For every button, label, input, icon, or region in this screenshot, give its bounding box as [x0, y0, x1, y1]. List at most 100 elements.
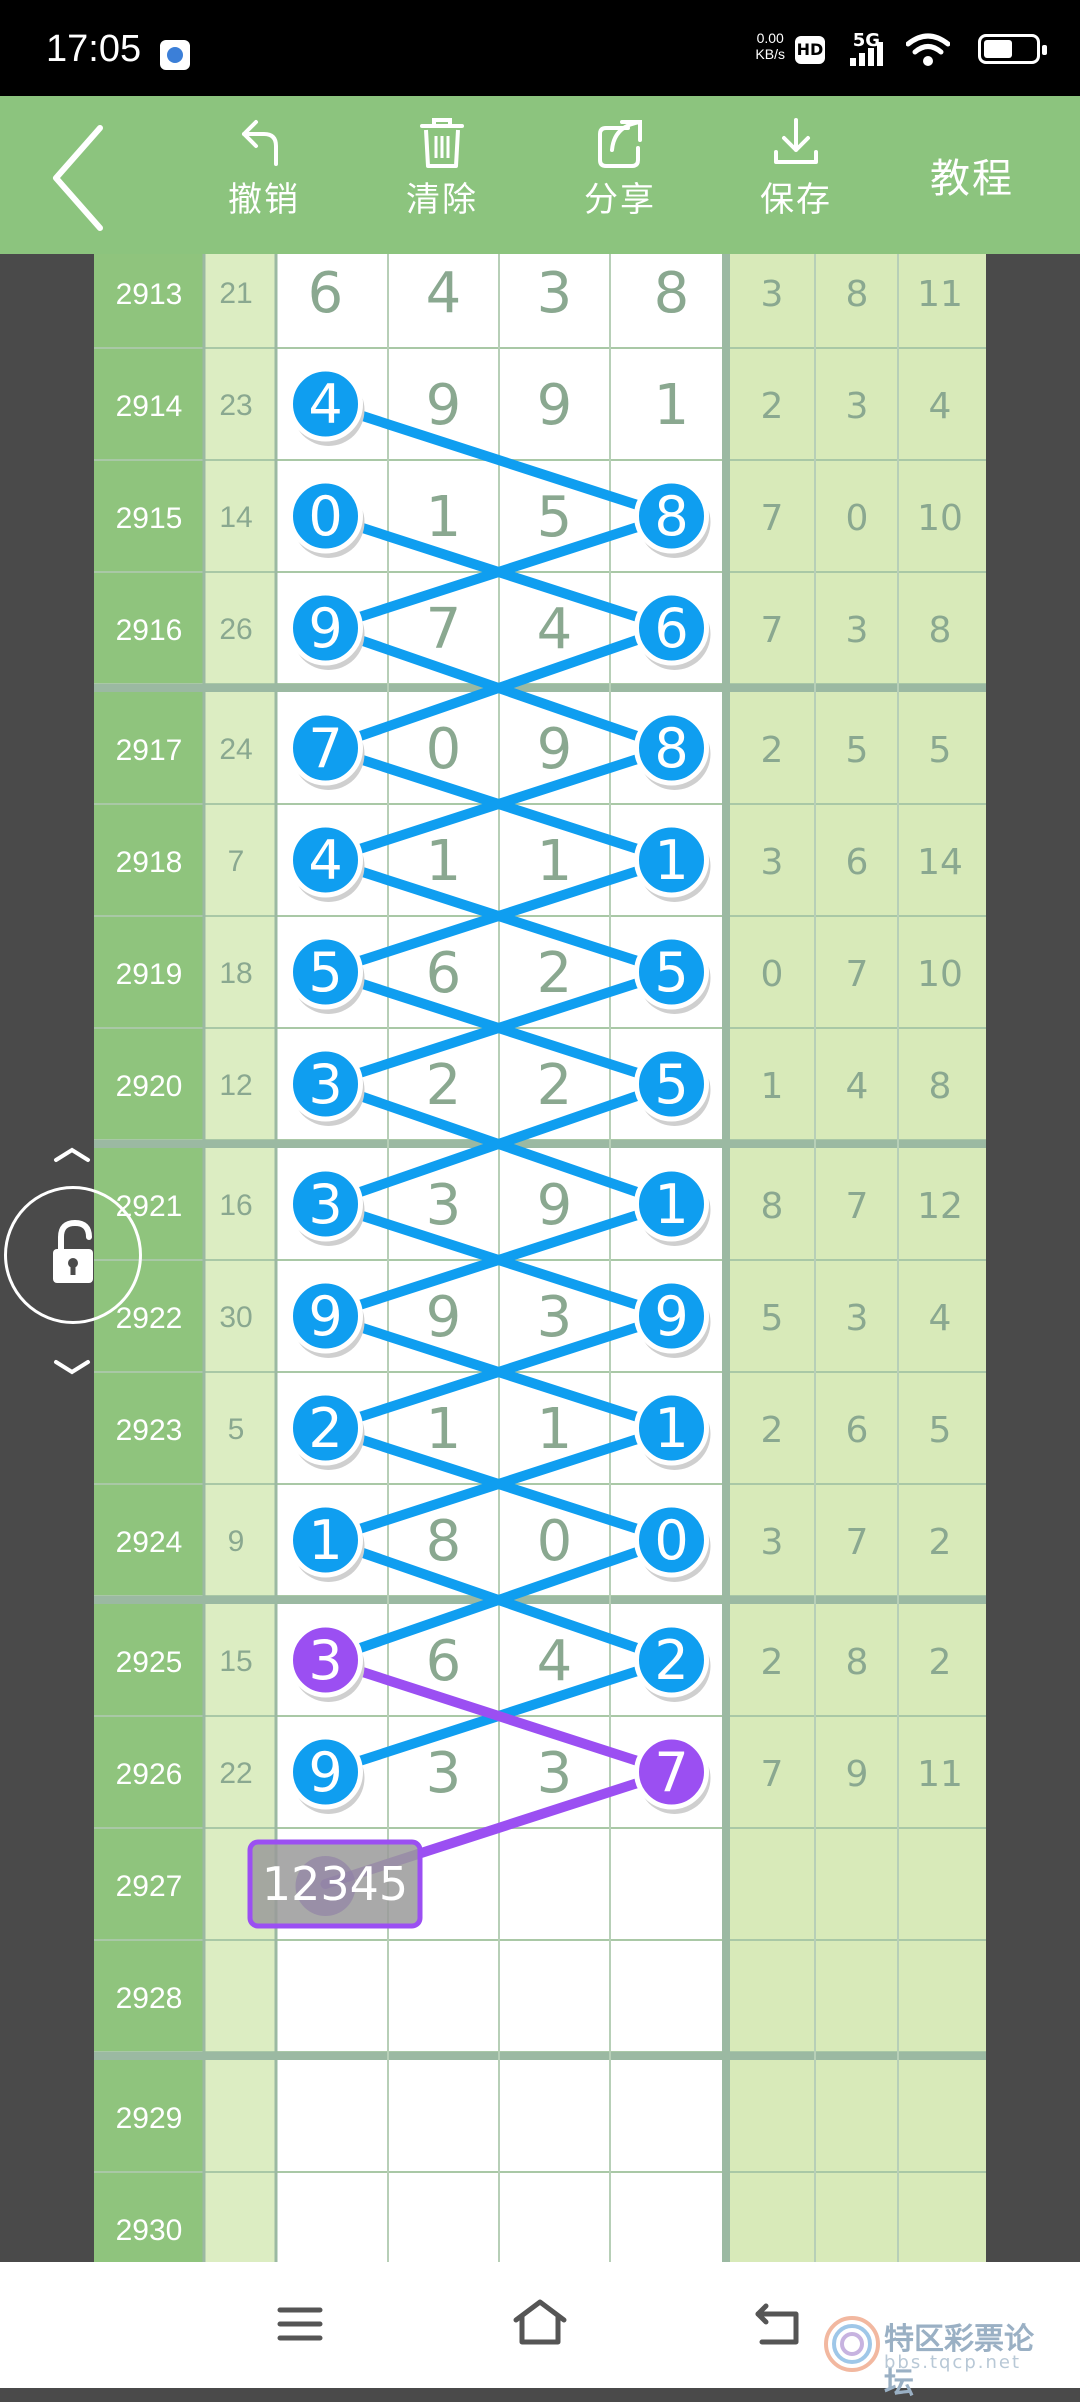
undo-icon: [242, 120, 278, 166]
marked-digit-text: 5: [654, 1053, 688, 1116]
stat-cell: 5: [846, 730, 869, 771]
stat-cell: 4: [929, 1298, 952, 1339]
digit-cell: 3: [537, 1741, 573, 1806]
stat-cell: 10: [917, 954, 963, 995]
stat-cell: 2: [761, 1642, 784, 1683]
stat-cell: 8: [846, 1642, 869, 1683]
stat-cell: 3: [761, 1522, 784, 1563]
digit-cell: 2: [426, 1053, 462, 1118]
digit-sum: 24: [219, 733, 252, 766]
digit-cell: 3: [426, 1173, 462, 1238]
stat-cell: 11: [917, 274, 963, 315]
marked-digit-text: 1: [654, 1173, 688, 1236]
marked-digit-text: 3: [308, 1053, 342, 1116]
sum-column-background: [204, 254, 276, 2262]
back-nav-icon[interactable]: [752, 2300, 808, 2348]
digit-sum: 22: [219, 1757, 252, 1790]
unlock-icon: [53, 1219, 93, 1283]
issue-number: 2914: [116, 390, 183, 423]
marked-digit-text: 6: [654, 597, 688, 660]
marked-digit-text: 1: [654, 1397, 688, 1460]
stat-cell: 6: [846, 1410, 869, 1451]
input-selector: 12345: [247, 1839, 423, 1929]
marked-digit-text: 4: [308, 829, 342, 892]
menu-icon[interactable]: [276, 2300, 324, 2348]
digit-cell: 9: [537, 373, 573, 438]
tutorial-button[interactable]: 教程: [930, 146, 1014, 204]
net-speed: 0.00 KB/s: [755, 30, 785, 62]
stat-cell: 8: [929, 1066, 952, 1107]
stat-cell: 14: [917, 842, 963, 883]
digit-stats-divider: [722, 254, 730, 2262]
stat-cell: 7: [761, 610, 784, 651]
forum-logo-icon: [824, 2316, 880, 2372]
stat-cell: 7: [846, 954, 869, 995]
digit-cell: 3: [537, 261, 573, 326]
trend-chart[interactable]: 2913216438381129142349912342915140158701…: [94, 254, 986, 2262]
marked-digit-text: 0: [654, 1509, 688, 1572]
stat-cell: 5: [761, 1298, 784, 1339]
toolbar: 撤销 清除 分享 保存 教程: [0, 96, 1080, 254]
trend-chart-grid[interactable]: 2913216438381129142349912342915140158701…: [94, 254, 986, 2262]
issue-number: 2923: [116, 1414, 183, 1447]
status-bar: 17:05 0.00 KB/s HD 5G: [0, 0, 1080, 96]
battery-icon: [978, 34, 1047, 64]
digit-sum: 30: [219, 1301, 252, 1334]
digit-cell: 1: [654, 373, 690, 438]
issue-number: 2916: [116, 614, 183, 647]
issue-number: 2915: [116, 502, 183, 535]
digit-cell: 3: [426, 1741, 462, 1806]
chevron-up-icon[interactable]: [52, 1144, 92, 1164]
forum-url: bbs.tqcp.net: [884, 2352, 1022, 2373]
net-speed-value: 0.00: [756, 30, 784, 46]
digit-cell: 0: [537, 1509, 573, 1574]
marked-digit-text: 4: [308, 373, 342, 436]
group-separator: [94, 684, 986, 692]
hd-badge-icon: HD: [795, 36, 825, 64]
stat-cell: 3: [846, 610, 869, 651]
digit-cell: 6: [426, 941, 462, 1006]
stat-cell: 5: [929, 1410, 952, 1451]
digit-sum: 16: [219, 1189, 252, 1222]
digit-cell: 7: [426, 597, 462, 662]
digit-cell: 4: [537, 597, 573, 662]
issue-number: 2928: [116, 1982, 183, 2015]
digit-sum: 18: [219, 957, 252, 990]
digit-cell: 9: [426, 373, 462, 438]
home-icon[interactable]: [510, 2296, 570, 2348]
wifi-icon: [906, 33, 950, 66]
stat-cell: 2: [761, 386, 784, 427]
issue-number: 2920: [116, 1070, 183, 1103]
input-selector-text: 12345: [262, 1857, 408, 1911]
digit-sum: 26: [219, 613, 252, 646]
marked-digit-text: 1: [308, 1509, 342, 1572]
issue-number: 2919: [116, 958, 183, 991]
lock-toggle-button[interactable]: [4, 1186, 142, 1324]
group-separator: [94, 1140, 986, 1148]
digit-sum: 7: [228, 845, 245, 878]
marked-digit-text: 7: [308, 717, 342, 780]
chevron-down-icon[interactable]: [52, 1358, 92, 1378]
share-button[interactable]: 分享: [560, 114, 680, 221]
back-arrow-icon[interactable]: [40, 116, 120, 236]
clear-button[interactable]: 清除: [382, 114, 502, 221]
marked-digit-text: 9: [654, 1285, 688, 1348]
digit-cell: 1: [537, 1397, 573, 1462]
save-button[interactable]: 保存: [736, 114, 856, 221]
issue-number: 2929: [116, 2102, 183, 2135]
issue-number: 2917: [116, 734, 183, 767]
group-separator: [94, 2052, 986, 2060]
digit-cell: 5: [537, 485, 573, 550]
stat-cell: 3: [846, 1298, 869, 1339]
undo-button[interactable]: 撤销: [204, 114, 324, 221]
digit-sum: 9: [228, 1525, 245, 1558]
digit-cell: 8: [426, 1509, 462, 1574]
stat-cell: 3: [761, 842, 784, 883]
digit-cell: 3: [537, 1285, 573, 1350]
stat-cell: 7: [761, 1754, 784, 1795]
marked-digit-text: 3: [308, 1629, 342, 1692]
status-time: 17:05: [46, 28, 142, 70]
stat-cell: 2: [761, 730, 784, 771]
digit-cell: 2: [537, 941, 573, 1006]
stat-cell: 8: [929, 610, 952, 651]
